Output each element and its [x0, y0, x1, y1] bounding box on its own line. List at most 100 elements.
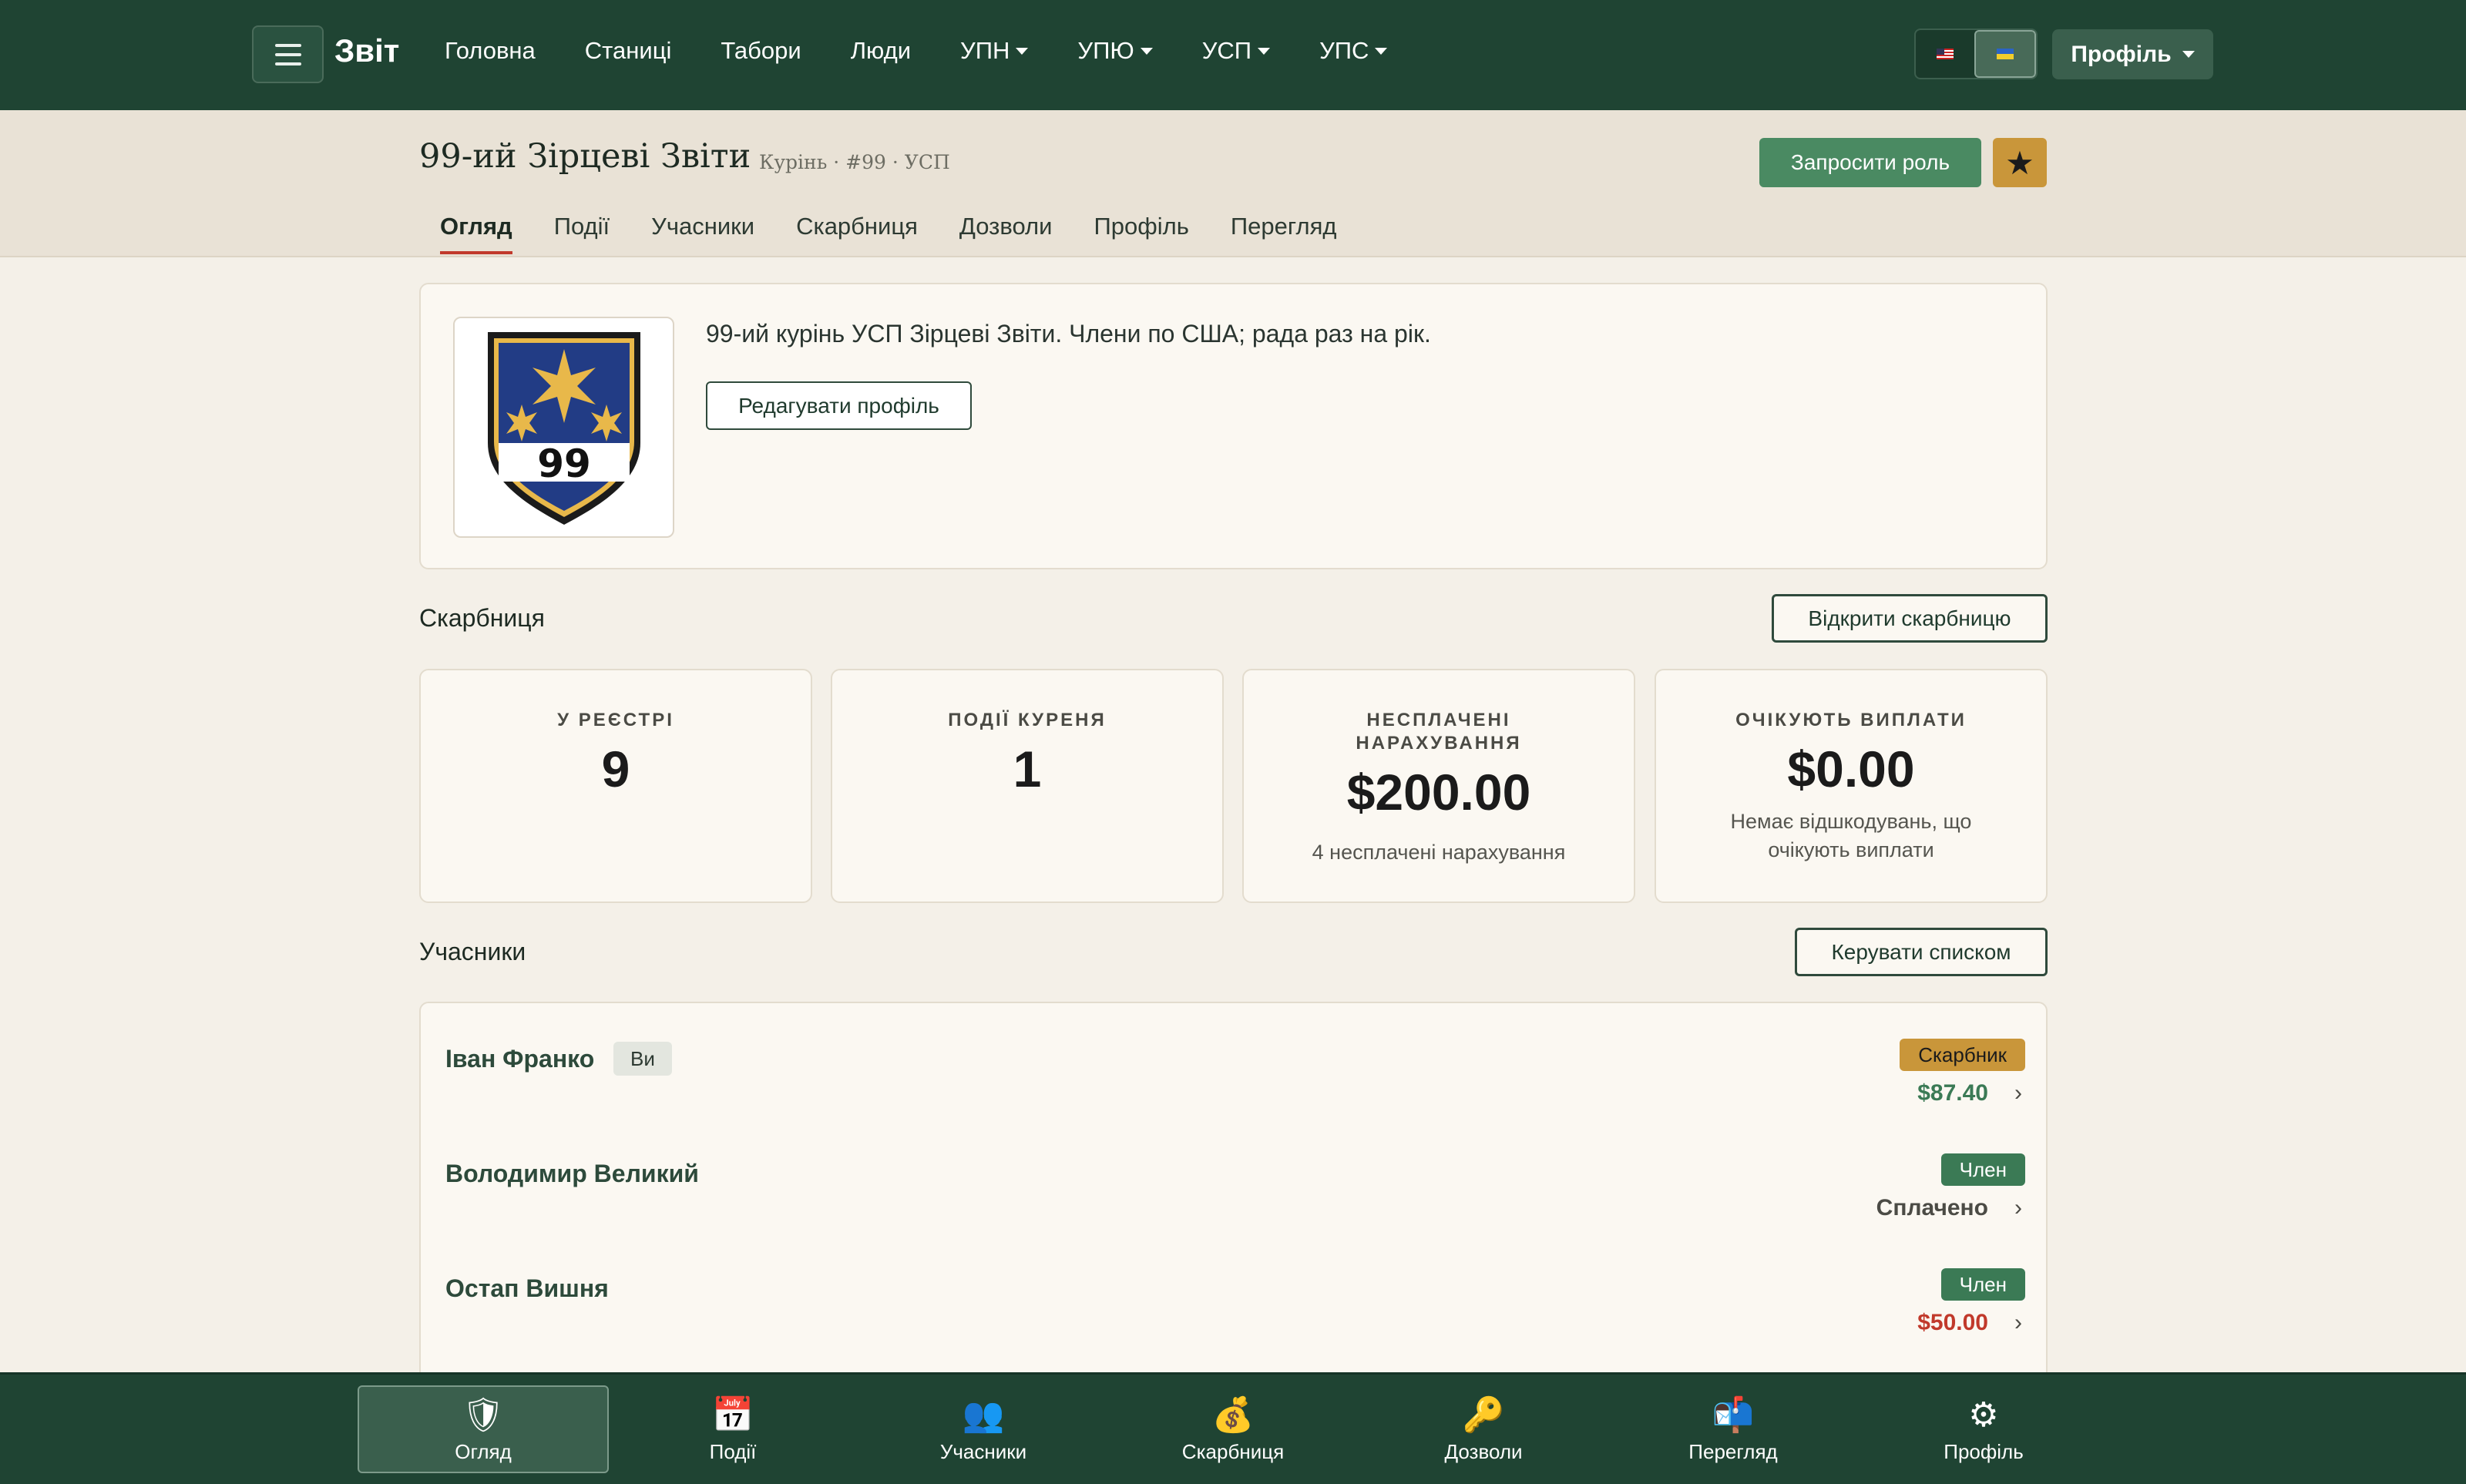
stat-note: Немає відшкодувань, що очікують виплати	[1730, 810, 1972, 861]
branch-description: 99-ий курінь УСП Зірцеві Звіти. Члени по…	[706, 320, 1431, 347]
member-balance: Сплачено	[1876, 1195, 1988, 1220]
key-icon: 🔑	[1462, 1395, 1505, 1434]
crest-number: 99	[537, 442, 591, 486]
mailbox-icon: 📬	[1712, 1395, 1755, 1434]
calendar-icon: 📅	[711, 1395, 754, 1434]
bottom-navbar: 🛡 Огляд 📅 Події 👥 Учасники 💰 Скарбниця 🔑…	[0, 1372, 2466, 1484]
tab-events[interactable]: Події	[533, 211, 630, 254]
ukraine-flag-icon	[1997, 49, 2014, 59]
profile-label: Профіль	[2071, 41, 2172, 67]
bottom-nav-overview[interactable]: 🛡 Огляд	[358, 1385, 609, 1473]
nav-link-branches[interactable]: Станиці	[585, 37, 672, 65]
profile-dropdown-button[interactable]: Профіль	[2052, 29, 2213, 79]
invite-role-button[interactable]: Запросити роль	[1759, 138, 1981, 187]
bottom-nav-members[interactable]: 👥 Учасники	[858, 1385, 1109, 1473]
caret-down-icon	[1140, 47, 1153, 55]
member-name[interactable]: Володимир Великий	[445, 1160, 699, 1188]
main-nav: Головна Станиці Табори Люди УПН УПЮ УСП …	[445, 37, 1436, 65]
nav-dropdown-ups[interactable]: УПС	[1319, 37, 1388, 65]
role-badge: Член	[1940, 1153, 2025, 1186]
lang-english-button[interactable]	[1916, 30, 1974, 78]
nav-link-home[interactable]: Головна	[445, 37, 536, 65]
lang-ukrainian-button[interactable]	[1974, 30, 2036, 78]
crest-image: 99	[453, 317, 674, 538]
member-row[interactable]: Володимир Великий Член Сплачено ›	[445, 1133, 2025, 1226]
chevron-right-icon: ›	[2014, 1310, 2022, 1335]
tab-members[interactable]: Учасники	[630, 211, 775, 254]
chevron-right-icon: ›	[2014, 1195, 2022, 1220]
stat-card-events: ПОДІЇ КУРЕНЯ 1	[831, 669, 1224, 903]
member-balance: $87.40	[1917, 1080, 1988, 1106]
money-bag-icon: 💰	[1211, 1395, 1255, 1434]
bottom-nav-events[interactable]: 📅 Події	[607, 1385, 858, 1473]
member-row[interactable]: Іван Франко Ви Скарбник $87.40 ›	[445, 1019, 2025, 1111]
stat-label: НЕСПЛАЧЕНІ НАРАХУВАННЯ	[1356, 710, 1522, 754]
stat-label: ОЧІКУЮТЬ ВИПЛАТИ	[1735, 710, 1967, 730]
bottom-nav-review[interactable]: 📬 Перегляд	[1608, 1385, 1859, 1473]
page-subtitle: Курінь · #99 · УСП	[759, 151, 950, 173]
caret-down-icon	[1016, 47, 1029, 55]
page-tabs: Огляд Події Учасники Скарбниця Дозволи П…	[419, 211, 1357, 254]
caret-down-icon	[2182, 51, 2195, 58]
nav-link-people[interactable]: Люди	[851, 37, 911, 65]
top-navbar: Звіт Головна Станиці Табори Люди УПН УПЮ…	[0, 0, 2466, 110]
bottom-nav-treasury[interactable]: 💰 Скарбниця	[1107, 1385, 1359, 1473]
bottom-nav-label: Учасники	[939, 1439, 1027, 1463]
tab-review[interactable]: Перегляд	[1210, 211, 1358, 254]
bottom-nav-profile[interactable]: ⚙ Профіль	[1858, 1385, 2109, 1473]
role-badge: Скарбник	[1900, 1039, 2025, 1071]
nav-dropdown-upn[interactable]: УПН	[960, 37, 1029, 65]
profile-card: 99 99-ий курінь УСП Зірцеві Звіти. Члени…	[419, 283, 2048, 569]
stat-value: 1	[1013, 740, 1042, 797]
bottom-nav-label: Профіль	[1944, 1439, 2024, 1463]
stat-note: 4 несплачені нарахування	[1312, 841, 1566, 864]
nav-dropdown-upyu[interactable]: УПЮ	[1077, 37, 1153, 65]
stat-card-unpaid-charges: НЕСПЛАЧЕНІ НАРАХУВАННЯ $200.00 4 несплач…	[1242, 669, 1635, 903]
manage-roster-button[interactable]: Керувати списком	[1795, 928, 2048, 976]
stat-card-pending-payouts: ОЧІКУЮТЬ ВИПЛАТИ $0.00 Немає відшкодуван…	[1655, 669, 2048, 903]
chevron-right-icon: ›	[2014, 1080, 2022, 1106]
bottom-nav-label: Події	[709, 1439, 757, 1463]
nav-dropdown-usp[interactable]: УСП	[1201, 37, 1271, 65]
crest-shield-icon: 99	[487, 331, 640, 525]
stat-label: У РЕЄСТРІ	[557, 710, 674, 730]
gear-icon: ⚙	[1968, 1395, 1999, 1434]
us-flag-icon	[1937, 49, 1954, 59]
stat-value: 9	[601, 740, 630, 797]
tab-treasury[interactable]: Скарбниця	[775, 211, 939, 254]
member-row[interactable]: Остап Вишня Член $50.00 ›	[445, 1248, 2025, 1341]
role-badge: Член	[1940, 1268, 2025, 1301]
member-name[interactable]: Остап Вишня	[445, 1274, 609, 1303]
nav-dropdown-label: УСП	[1201, 37, 1252, 64]
nav-dropdown-label: УПН	[960, 37, 1010, 64]
bottom-nav-label: Дозволи	[1444, 1439, 1523, 1463]
bottom-nav-label: Огляд	[455, 1439, 512, 1463]
favorite-star-button[interactable]: ★	[1993, 138, 2047, 187]
stat-label: ПОДІЇ КУРЕНЯ	[948, 710, 1107, 730]
language-switcher	[1914, 29, 2038, 79]
edit-profile-button[interactable]: Редагувати профіль	[706, 381, 972, 430]
nav-link-camps[interactable]: Табори	[721, 37, 801, 65]
nav-dropdown-label: УПС	[1319, 37, 1369, 64]
menu-toggle-button[interactable]	[252, 25, 324, 83]
brand-logo[interactable]: Звіт	[334, 32, 399, 69]
bottom-nav-label: Перегляд	[1688, 1439, 1778, 1463]
tab-profile[interactable]: Профіль	[1073, 211, 1209, 254]
bottom-nav-permissions[interactable]: 🔑 Дозволи	[1358, 1385, 1609, 1473]
stat-value: $0.00	[1787, 740, 1915, 797]
stat-card-registry: У РЕЄСТРІ 9	[419, 669, 812, 903]
member-balance: $50.00	[1917, 1310, 1988, 1335]
treasury-section-title: Скарбниця	[419, 604, 545, 632]
open-treasury-button[interactable]: Відкрити скарбницю	[1772, 594, 2048, 643]
nav-dropdown-label: УПЮ	[1077, 37, 1134, 64]
star-icon: ★	[2005, 144, 2034, 181]
caret-down-icon	[1258, 47, 1271, 55]
caret-down-icon	[1375, 47, 1388, 55]
stat-value: $200.00	[1346, 764, 1531, 821]
members-section-title: Учасники	[419, 938, 526, 965]
you-badge: Ви	[613, 1042, 672, 1076]
tab-permissions[interactable]: Дозволи	[939, 211, 1073, 254]
member-name[interactable]: Іван Франко	[445, 1045, 594, 1073]
bottom-nav-label: Скарбниця	[1181, 1439, 1285, 1463]
tab-overview[interactable]: Огляд	[419, 211, 533, 254]
